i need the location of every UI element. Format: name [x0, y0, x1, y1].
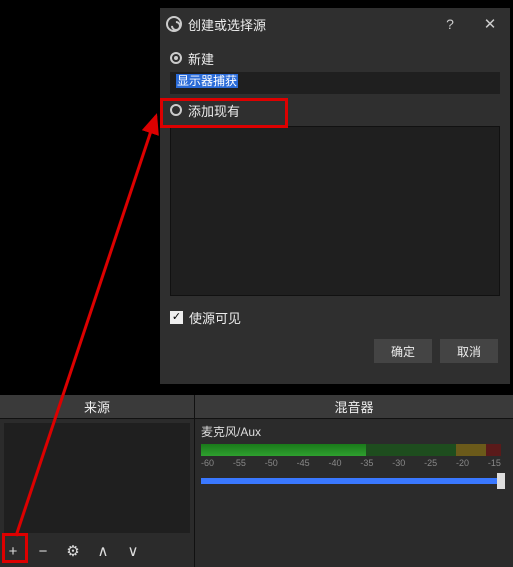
remove-source-button[interactable]: − — [34, 544, 52, 559]
mixer-header: 混音器 — [195, 395, 513, 419]
mixer-track-label: 麦克风/Aux — [201, 423, 513, 440]
dialog-titlebar: 创建或选择源 ? ✕ — [160, 8, 510, 40]
volume-slider[interactable] — [201, 478, 501, 484]
mixer-panel: 混音器 麦克风/Aux -60-55-50-45-40-35-30-25-20-… — [195, 395, 513, 567]
cancel-button[interactable]: 取消 — [440, 339, 498, 363]
radio-new-label: 新建 — [188, 49, 214, 68]
slider-thumb[interactable] — [497, 473, 505, 489]
volume-meter — [201, 444, 501, 456]
bottom-panels: 来源 + − ⚙ ∧ ∨ 混音器 麦克风/Aux -60-55-50-45-40… — [0, 395, 513, 567]
radio-existing[interactable] — [170, 104, 182, 116]
meter-scale: -60-55-50-45-40-35-30-25-20-15 — [201, 458, 501, 468]
source-name-input[interactable]: 显示器捕获 — [170, 72, 500, 94]
source-settings-button[interactable]: ⚙ — [64, 544, 82, 559]
visible-check-row[interactable]: ✓ 使源可见 — [170, 308, 500, 327]
move-down-button[interactable]: ∨ — [124, 544, 142, 559]
move-up-button[interactable]: ∧ — [94, 544, 112, 559]
add-source-button[interactable]: + — [4, 544, 22, 559]
obs-logo-icon — [166, 16, 182, 32]
radio-existing-label: 添加现有 — [188, 101, 240, 120]
existing-sources-list[interactable] — [170, 126, 500, 296]
sources-header: 来源 — [0, 395, 194, 419]
radio-existing-row[interactable]: 添加现有 — [170, 100, 500, 120]
help-button[interactable]: ? — [430, 16, 470, 32]
close-button[interactable]: ✕ — [470, 15, 510, 33]
sources-panel: 来源 + − ⚙ ∧ ∨ — [0, 395, 195, 567]
create-source-dialog: 创建或选择源 ? ✕ 新建 显示器捕获 添加现有 ✓ 使源可见 确定 取消 — [159, 7, 511, 385]
radio-new-row[interactable]: 新建 — [170, 48, 500, 68]
ok-button[interactable]: 确定 — [374, 339, 432, 363]
visible-checkbox[interactable]: ✓ — [170, 311, 183, 324]
radio-new[interactable] — [170, 52, 182, 64]
visible-label: 使源可见 — [189, 308, 241, 327]
sources-toolbar: + − ⚙ ∧ ∨ — [4, 539, 142, 563]
sources-list[interactable] — [4, 423, 190, 533]
dialog-title: 创建或选择源 — [188, 15, 266, 34]
